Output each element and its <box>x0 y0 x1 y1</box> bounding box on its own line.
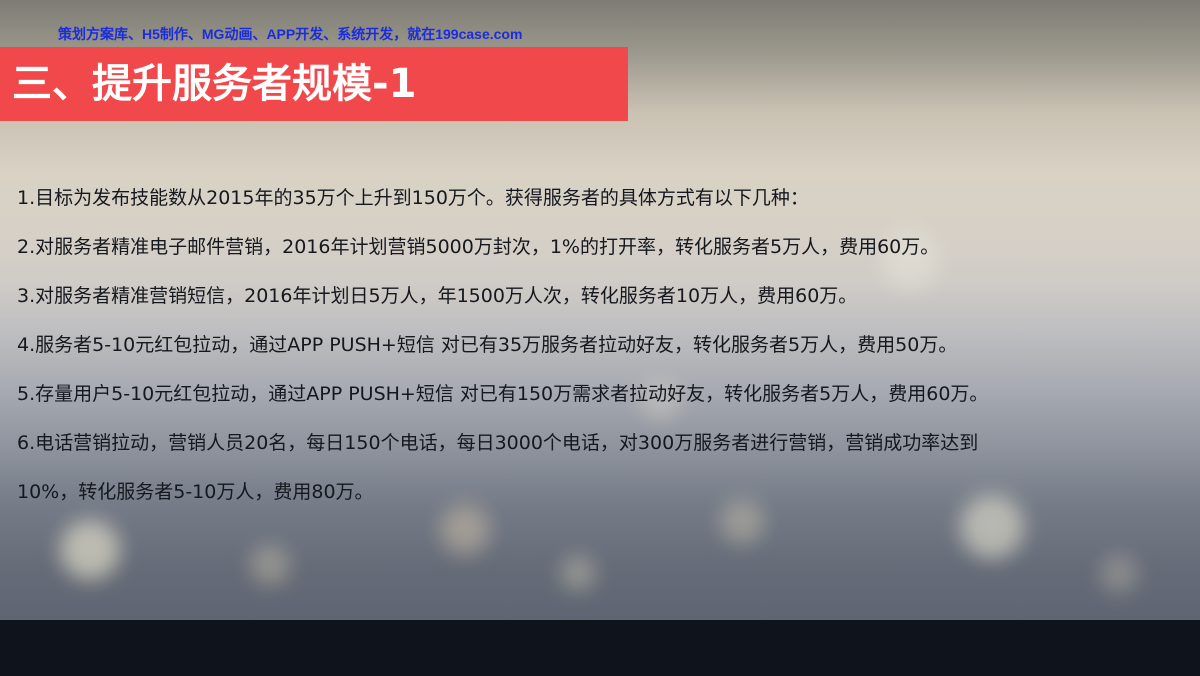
content-line: 3.对服务者精准营销短信，2016年计划日5万人，年1500万人次，转化服务者1… <box>17 285 858 307</box>
bottom-dark-bar <box>0 620 1200 676</box>
content-line: 6.电话营销拉动，营销人员20名，每日150个电话，每日3000个电话，对300… <box>17 432 979 454</box>
watermark-text: 策划方案库、H5制作、MG动画、APP开发、系统开发，就在199case.com <box>58 26 523 42</box>
slide-title: 三、提升服务者规模-1 <box>12 61 417 107</box>
content-line: 5.存量用户5-10元红包拉动，通过APP PUSH+短信 对已有150万需求者… <box>17 383 989 405</box>
content-line: 1.目标为发布技能数从2015年的35万个上升到150万个。获得服务者的具体方式… <box>17 187 809 209</box>
content-list: 1.目标为发布技能数从2015年的35万个上升到150万个。获得服务者的具体方式… <box>17 174 1187 517</box>
bokeh-light <box>1100 555 1138 593</box>
title-bar: 三、提升服务者规模-1 <box>0 47 628 121</box>
content-line: 4.服务者5-10元红包拉动，通过APP PUSH+短信 对已有35万服务者拉动… <box>17 334 958 356</box>
bokeh-light <box>250 545 290 585</box>
bokeh-light <box>560 555 596 591</box>
bokeh-light <box>60 520 120 580</box>
content-line: 10%，转化服务者5-10万人，费用80万。 <box>17 481 374 503</box>
content-line: 2.对服务者精准电子邮件营销，2016年计划营销5000万封次，1%的打开率，转… <box>17 236 940 258</box>
